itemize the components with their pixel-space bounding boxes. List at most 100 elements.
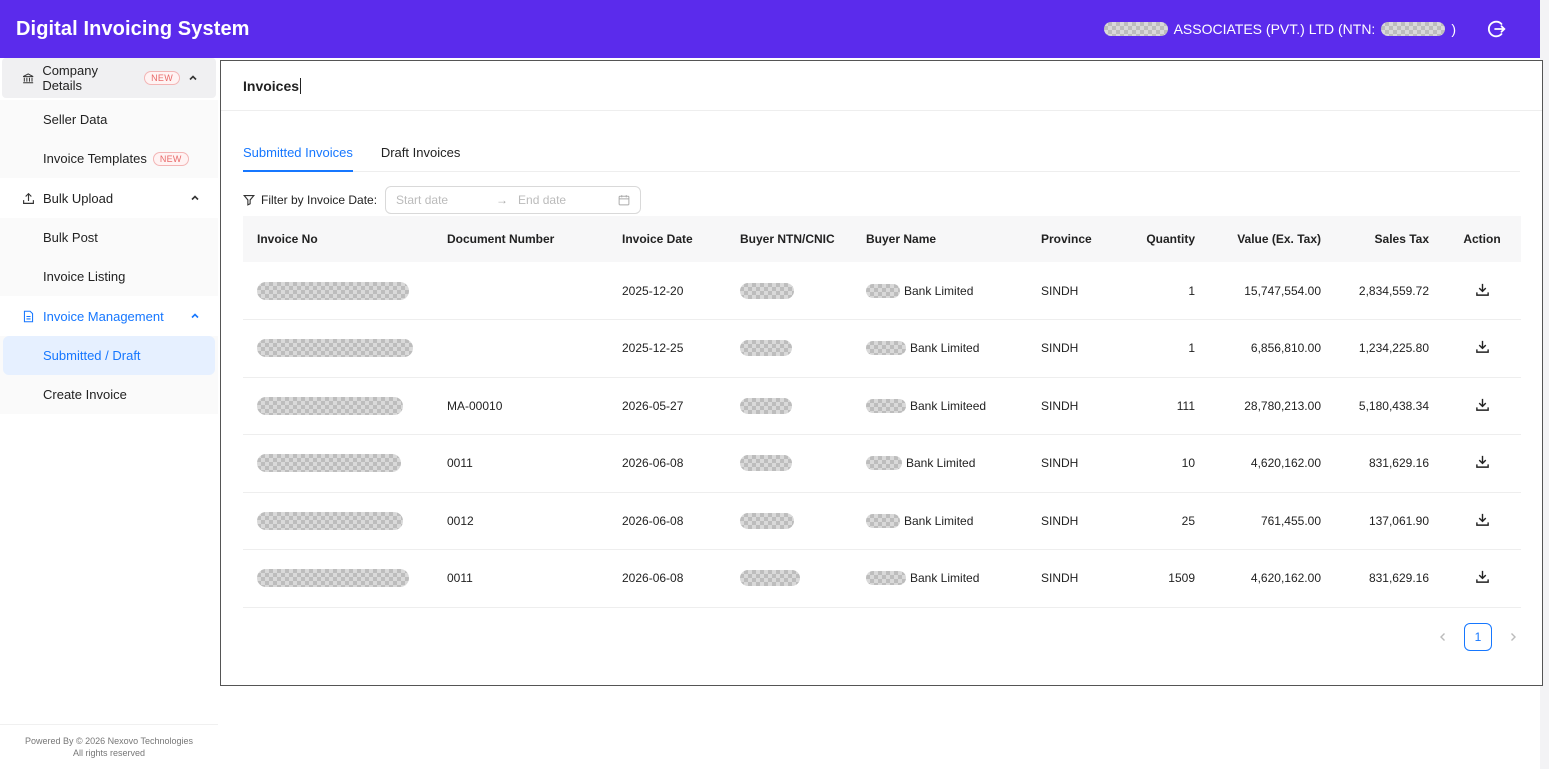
sidebar-item-invoice-templates[interactable]: Invoice Templates NEW — [0, 139, 218, 178]
buyer-ntn-cell — [726, 319, 852, 378]
date-filter: Filter by Invoice Date: Start date → End… — [243, 186, 1542, 214]
company-name: ASSOCIATES (PVT.) LTD (NTN: — [1173, 21, 1376, 37]
download-button[interactable] — [1475, 569, 1490, 584]
company-name-suffix: ) — [1451, 21, 1456, 37]
table-row: MA-00010 2026-05-27 Bank Limiteed SINDH … — [243, 377, 1521, 435]
download-button[interactable] — [1475, 454, 1490, 469]
province-cell: SINDH — [1027, 492, 1123, 550]
bank-icon — [22, 72, 34, 83]
sidebar-item-seller-data[interactable]: Seller Data — [0, 100, 218, 139]
invoice-date-cell: 2025-12-25 — [608, 319, 726, 378]
prev-page-button[interactable] — [1438, 629, 1448, 645]
sales-tax-cell: 831,629.16 — [1335, 434, 1443, 493]
sidebar: Company Details NEW Seller Data Invoice … — [0, 58, 218, 769]
buyer-name-cell: Bank Limited — [852, 549, 1027, 608]
document-number-cell: 0011 — [433, 434, 608, 493]
redacted-ntn — [1381, 22, 1446, 36]
sidebar-item-bulk-post[interactable]: Bulk Post — [0, 218, 218, 257]
sidebar-item-label: Invoice Listing — [43, 269, 126, 284]
main-panel: Invoices Submitted Invoices Draft Invoic… — [220, 60, 1543, 686]
province-cell: SINDH — [1027, 377, 1123, 435]
quantity-cell: 1 — [1123, 262, 1209, 320]
province-cell: SINDH — [1027, 319, 1123, 378]
table-row: 2025-12-20 Bank Limited SINDH 1 15,747,5… — [243, 262, 1521, 320]
app-title: Digital Invoicing System — [16, 17, 250, 40]
page-number-button[interactable]: 1 — [1464, 623, 1492, 651]
value-cell: 761,455.00 — [1209, 492, 1335, 550]
invoice-no-cell — [243, 377, 433, 435]
download-button[interactable] — [1475, 397, 1490, 412]
action-cell — [1443, 319, 1521, 378]
new-badge: NEW — [152, 151, 189, 166]
download-icon — [1475, 513, 1489, 526]
sidebar-item-submitted-draft[interactable]: Submitted / Draft — [3, 336, 215, 375]
action-cell — [1443, 492, 1521, 550]
redacted-buyer-prefix — [866, 341, 906, 356]
page-title: Invoices — [221, 61, 1542, 111]
download-icon — [1475, 398, 1489, 411]
buyer-name-text: Bank Limited — [904, 283, 974, 298]
end-date-input[interactable]: End date — [518, 193, 608, 207]
col-quantity: Quantity — [1123, 216, 1209, 262]
quantity-cell: 1 — [1123, 319, 1209, 378]
arrow-right-icon: → — [496, 193, 509, 207]
date-range-picker[interactable]: Start date → End date — [385, 186, 642, 214]
action-cell — [1443, 434, 1521, 493]
buyer-name-text: Bank Limited — [906, 456, 976, 471]
sidebar-item-label: Invoice Templates — [43, 151, 147, 166]
quantity-cell: 111 — [1123, 377, 1209, 435]
invoice-no-cell — [243, 549, 433, 608]
redacted-invoice-no — [257, 396, 403, 415]
page-title-text: Invoices — [243, 77, 300, 94]
col-action: Action — [1443, 216, 1521, 262]
buyer-ntn-cell — [726, 492, 852, 550]
sidebar-item-label: Submitted / Draft — [43, 348, 141, 363]
buyer-name-text: Bank Limited — [910, 571, 980, 586]
buyer-ntn-cell — [726, 262, 852, 320]
download-icon — [1475, 341, 1489, 354]
document-number-cell: MA-00010 — [433, 377, 608, 435]
invoice-no-cell — [243, 492, 433, 550]
company-info: ASSOCIATES (PVT.) LTD (NTN: ) — [1103, 15, 1524, 43]
tab-submitted-invoices[interactable]: Submitted Invoices — [243, 135, 353, 172]
action-cell — [1443, 377, 1521, 435]
quantity-cell: 1509 — [1123, 549, 1209, 608]
chevron-up-icon — [189, 75, 197, 81]
sales-tax-cell: 1,234,225.80 — [1335, 319, 1443, 378]
download-button[interactable] — [1475, 282, 1490, 297]
col-document-number: Document Number — [433, 216, 608, 262]
sidebar-item-create-invoice[interactable]: Create Invoice — [0, 375, 218, 414]
redacted-buyer-ntn — [740, 512, 794, 529]
redacted-invoice-no — [257, 569, 409, 588]
sidebar-group-company-details[interactable]: Company Details NEW — [2, 58, 216, 98]
download-button[interactable] — [1475, 512, 1490, 527]
top-header-bar: Digital Invoicing System ASSOCIATES (PVT… — [0, 0, 1540, 58]
document-number-cell — [433, 319, 608, 378]
redacted-buyer-prefix — [866, 513, 900, 528]
download-icon — [1475, 456, 1489, 469]
buyer-ntn-cell — [726, 434, 852, 493]
sidebar-group-invoice-management[interactable]: Invoice Management — [0, 296, 218, 336]
next-page-button[interactable] — [1508, 629, 1518, 645]
calendar-icon — [618, 195, 630, 206]
download-button[interactable] — [1475, 339, 1490, 354]
filter-icon — [243, 194, 255, 206]
invoice-date-cell: 2026-06-08 — [608, 492, 726, 550]
document-number-cell: 0011 — [433, 549, 608, 608]
tab-draft-invoices[interactable]: Draft Invoices — [381, 135, 460, 172]
invoice-no-cell — [243, 434, 433, 493]
new-badge: NEW — [144, 71, 180, 85]
table-row: 2025-12-25 Bank Limited SINDH 1 6,856,81… — [243, 319, 1521, 378]
download-icon — [1475, 283, 1489, 296]
text-caret — [300, 77, 302, 94]
sidebar-item-invoice-listing[interactable]: Invoice Listing — [0, 257, 218, 296]
redacted-buyer-ntn — [740, 397, 792, 414]
province-cell: SINDH — [1027, 262, 1123, 320]
col-sales-tax: Sales Tax — [1335, 216, 1443, 262]
sidebar-group-label: Bulk Upload — [43, 190, 114, 206]
upload-icon — [23, 192, 34, 204]
logout-button[interactable] — [1482, 15, 1510, 43]
start-date-input[interactable]: Start date — [396, 193, 486, 207]
quantity-cell: 10 — [1123, 434, 1209, 493]
sidebar-group-bulk-upload[interactable]: Bulk Upload — [0, 178, 218, 218]
